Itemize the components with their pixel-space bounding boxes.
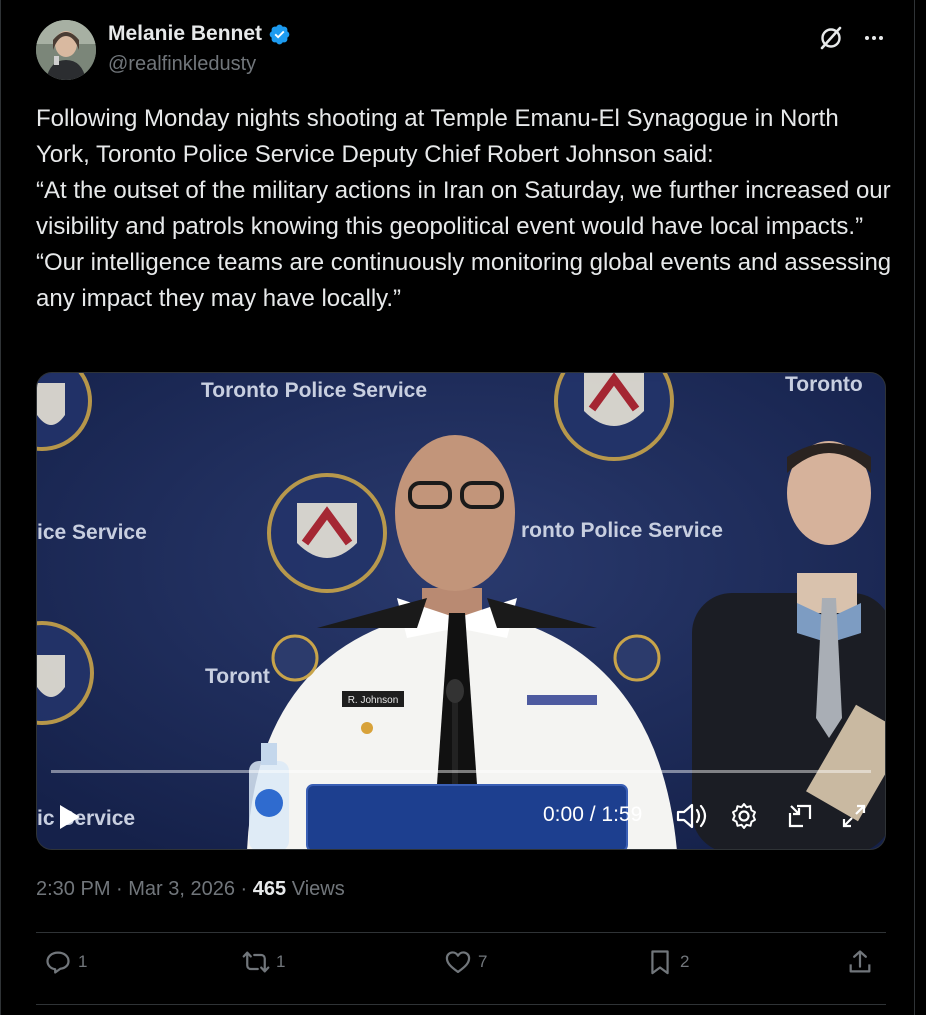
video-duration: 1:59 bbox=[601, 803, 643, 826]
views-label: Views bbox=[291, 878, 345, 900]
repost-button[interactable]: 1 bbox=[242, 948, 285, 976]
nameplate-text: R. Johnson bbox=[348, 695, 399, 706]
reply-icon bbox=[46, 951, 70, 974]
tweet-paragraph: “At the outset of the military actions i… bbox=[36, 177, 891, 240]
tweet-date[interactable]: Mar 3, 2026 bbox=[128, 878, 235, 900]
meta-separator: · bbox=[110, 878, 129, 900]
video-time: 0:00 / 1:59 bbox=[543, 803, 642, 827]
fullscreen-icon[interactable] bbox=[839, 801, 869, 831]
more-dot bbox=[872, 36, 876, 40]
tweet-text: Following Monday nights shooting at Temp… bbox=[36, 101, 896, 317]
views-count: 465 bbox=[252, 878, 287, 900]
bookmark-count: 2 bbox=[680, 952, 690, 971]
police-crest bbox=[267, 473, 387, 593]
avatar-image bbox=[36, 20, 96, 80]
author-name-row: Melanie Bennet bbox=[108, 22, 291, 46]
backdrop-text: Toronto bbox=[785, 373, 863, 396]
video-time-separator: / bbox=[583, 803, 602, 826]
action-bar: 1 1 7 2 bbox=[36, 948, 886, 992]
verified-badge-icon[interactable] bbox=[268, 23, 291, 46]
reply-count: 1 bbox=[78, 952, 88, 971]
right-border bbox=[914, 0, 915, 1015]
more-icon[interactable] bbox=[860, 24, 888, 52]
tweet-meta: 2:30 PM · Mar 3, 2026 · 465 Views bbox=[36, 878, 345, 901]
like-count: 7 bbox=[478, 952, 488, 971]
gear-icon[interactable] bbox=[729, 801, 759, 831]
share-button[interactable] bbox=[846, 948, 874, 976]
video-player[interactable]: R. Johnson Toronto Police Service Toront… bbox=[36, 372, 886, 850]
grok-icon[interactable] bbox=[817, 24, 845, 52]
like-button[interactable]: 7 bbox=[444, 948, 487, 976]
bookmark-button[interactable]: 2 bbox=[646, 948, 689, 976]
backdrop-text: Toronto Police Service bbox=[201, 379, 428, 402]
video-frame: R. Johnson bbox=[37, 373, 885, 849]
divider bbox=[36, 932, 886, 933]
backdrop-text: Toront bbox=[205, 665, 270, 688]
author-handle[interactable]: @realfinkledusty bbox=[108, 53, 256, 76]
picture-in-picture-icon[interactable] bbox=[785, 801, 815, 831]
backdrop-text: ice Service bbox=[37, 521, 147, 544]
more-dot bbox=[879, 36, 883, 40]
share-icon bbox=[849, 950, 871, 973]
tweet-paragraph: “Our intelligence teams are continuously… bbox=[36, 249, 892, 312]
backdrop-text: ronto Police Service bbox=[521, 519, 723, 542]
reply-button[interactable]: 1 bbox=[44, 948, 87, 976]
avatar[interactable] bbox=[36, 20, 96, 80]
tweet-paragraph: Following Monday nights shooting at Temp… bbox=[36, 105, 839, 168]
bookmark-icon bbox=[651, 950, 669, 975]
author-display-name[interactable]: Melanie Bennet bbox=[108, 22, 262, 46]
left-border bbox=[0, 0, 1, 1015]
repost-icon bbox=[242, 951, 270, 973]
video-current-time: 0:00 bbox=[543, 803, 584, 826]
more-dot bbox=[865, 36, 869, 40]
play-icon[interactable] bbox=[57, 803, 83, 831]
meta-separator: · bbox=[235, 878, 253, 900]
repost-count: 1 bbox=[276, 952, 286, 971]
tweet-time[interactable]: 2:30 PM bbox=[36, 878, 110, 900]
backdrop-text: ic Service bbox=[37, 807, 136, 830]
heart-icon bbox=[445, 951, 471, 974]
volume-icon[interactable] bbox=[674, 801, 708, 831]
video-progress-bar[interactable] bbox=[51, 770, 871, 773]
divider bbox=[36, 1004, 886, 1005]
